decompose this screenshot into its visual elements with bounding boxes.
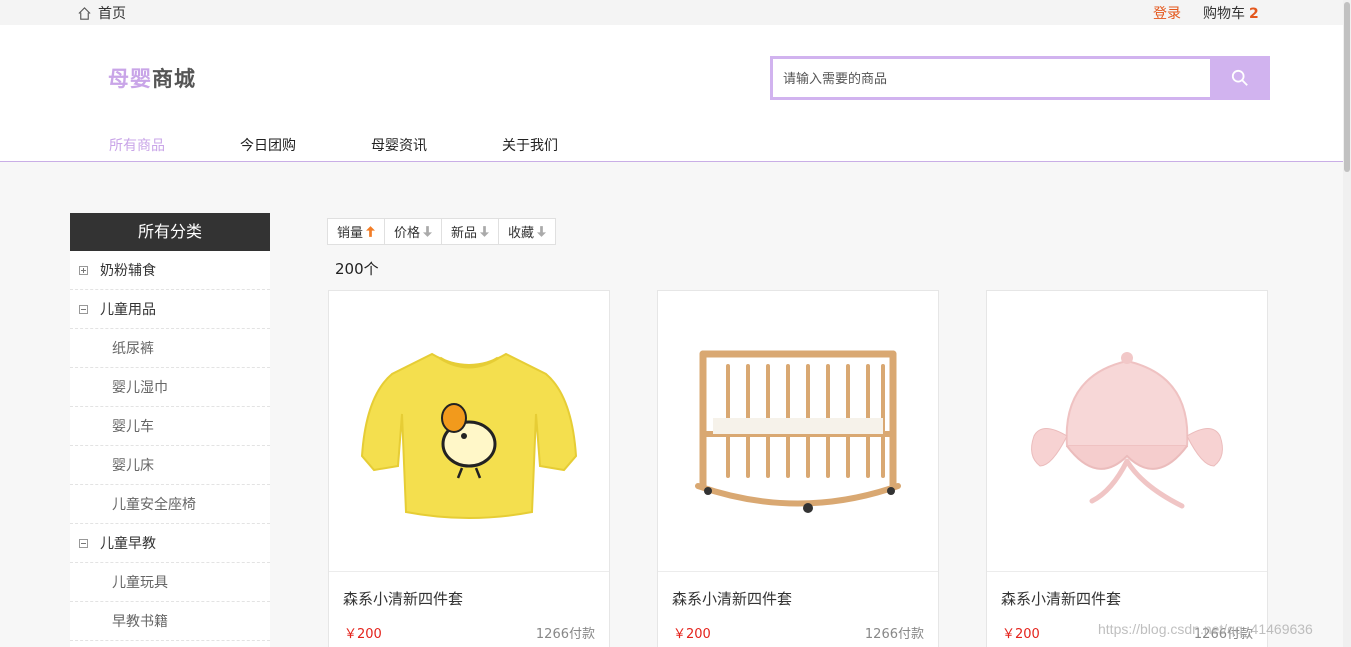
result-count: 200个: [335, 260, 379, 278]
product-name[interactable]: 森系小清新四件套: [1001, 588, 1121, 609]
subcategory-item[interactable]: 婴儿车: [70, 407, 270, 446]
sort-favorite-button[interactable]: 收藏: [499, 219, 555, 244]
scrollbar-thumb[interactable]: [1344, 2, 1350, 172]
page-scrollbar[interactable]: [1343, 0, 1351, 647]
nav-about[interactable]: 关于我们: [502, 135, 558, 155]
arrow-down-icon: [537, 226, 547, 237]
arrow-up-icon: [366, 226, 376, 237]
minus-box-icon[interactable]: [79, 538, 88, 548]
category-item[interactable]: 奶粉辅食: [70, 251, 270, 290]
subcategory-item[interactable]: 婴儿湿巾: [70, 368, 270, 407]
search-icon: [1231, 69, 1248, 86]
sort-price-button[interactable]: 价格: [385, 219, 443, 244]
wooden-crib-image[interactable]: [658, 291, 938, 572]
category-item[interactable]: 儿童用品: [70, 290, 270, 329]
product-price: ￥200: [344, 627, 382, 642]
sort-sales-button[interactable]: 销量: [328, 219, 386, 244]
logo[interactable]: 母婴 商城: [108, 63, 196, 93]
sort-bar: 销量 价格 新品 收藏: [327, 218, 557, 245]
search-button[interactable]: [1210, 56, 1270, 100]
category-label: 奶粉辅食: [100, 263, 156, 279]
login-link[interactable]: 登录: [1153, 3, 1181, 23]
search-input[interactable]: [770, 56, 1210, 100]
category-item[interactable]: 儿童早教: [70, 524, 270, 563]
pink-hat-image[interactable]: [987, 291, 1267, 572]
arrow-down-icon: [480, 226, 490, 237]
product-name[interactable]: 森系小清新四件套: [343, 588, 463, 609]
product-card[interactable]: 森系小清新四件套 ￥200 1266付款: [986, 290, 1268, 647]
header: 母婴商城 所有商品 今日团购 母婴资讯 关于我们: [0, 25, 1343, 162]
subcategory-item[interactable]: 早教书籍: [70, 602, 270, 641]
arrow-down-icon: [423, 226, 433, 237]
sort-label: 价格: [394, 226, 421, 241]
subcategory-item[interactable]: 纸尿裤: [70, 329, 270, 368]
main-nav: 所有商品 今日团购 母婴资讯 关于我们: [0, 135, 1343, 161]
nav-all-products[interactable]: 所有商品: [109, 135, 165, 155]
product-price: ￥200: [1002, 627, 1040, 642]
product-sales: 1266付款: [864, 627, 924, 642]
logo-part-1: 母婴: [108, 67, 152, 91]
product-card[interactable]: 森系小清新四件套 ￥200 1266付款: [657, 290, 939, 647]
home-label: 首页: [98, 6, 126, 22]
category-label: 儿童早教: [100, 536, 156, 552]
top-bar: 首页 登录 购物车 2: [0, 0, 1343, 25]
product-name[interactable]: 森系小清新四件套: [672, 588, 792, 609]
minus-box-icon[interactable]: [79, 304, 88, 314]
sort-label: 新品: [451, 226, 478, 241]
category-label: 儿童用品: [100, 302, 156, 318]
product-price: ￥200: [673, 627, 711, 642]
sort-label: 收藏: [508, 226, 535, 241]
search-bar: [770, 56, 1270, 100]
yellow-shirt-image[interactable]: [329, 291, 609, 572]
subcategory-item[interactable]: 儿童玩具: [70, 563, 270, 602]
sort-label: 销量: [337, 226, 364, 241]
watermark: https://blog.csdn.net/qq_41469636: [1098, 621, 1313, 637]
nav-news[interactable]: 母婴资讯: [371, 135, 427, 155]
plus-box-icon[interactable]: [79, 265, 88, 275]
sidebar-title: 所有分类: [70, 213, 270, 251]
product-card[interactable]: 森系小清新四件套 ￥200 1266付款: [328, 290, 610, 647]
logo-part-2: 商城: [152, 67, 196, 91]
home-icon: [78, 6, 91, 20]
nav-group-buy[interactable]: 今日团购: [240, 135, 296, 155]
product-sales: 1266付款: [535, 627, 595, 642]
cart-link[interactable]: 购物车 2: [1203, 3, 1259, 23]
sort-new-button[interactable]: 新品: [442, 219, 500, 244]
home-link[interactable]: 首页: [77, 3, 126, 23]
cart-count: 2: [1249, 6, 1259, 22]
subcategory-item[interactable]: 婴儿床: [70, 446, 270, 485]
cart-label: 购物车: [1203, 6, 1245, 22]
subcategory-item[interactable]: 儿童安全座椅: [70, 485, 270, 524]
category-sidebar: 所有分类 奶粉辅食 儿童用品 纸尿裤 婴儿湿巾 婴儿车 婴儿床 儿童安全座椅 儿…: [70, 213, 270, 647]
